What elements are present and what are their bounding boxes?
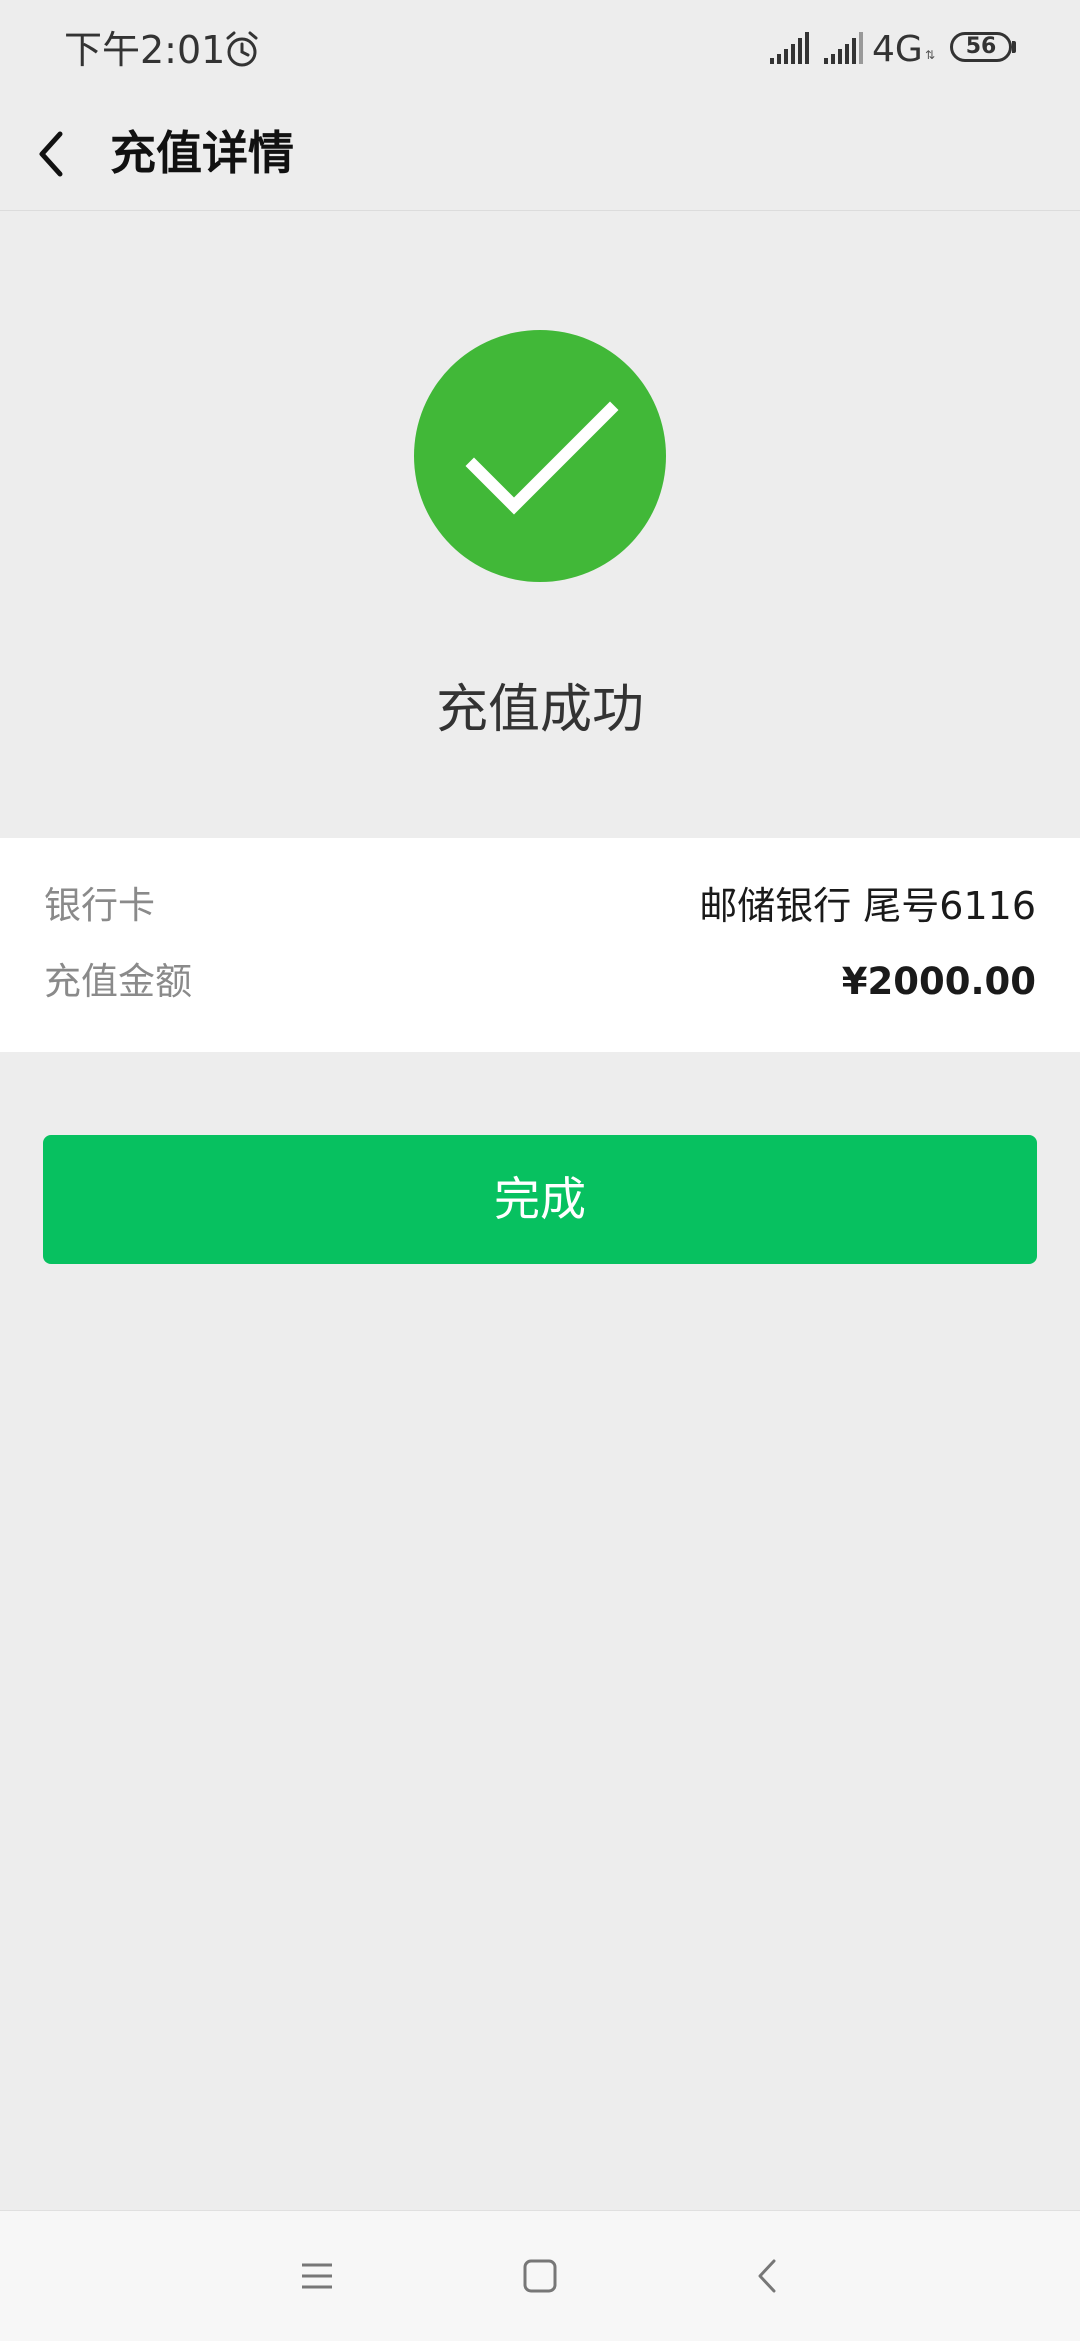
success-title: 充值成功 [435, 680, 644, 740]
bank-card-label: 银行卡 [44, 884, 155, 927]
check-circle-icon [414, 330, 666, 582]
back-button[interactable] [20, 114, 100, 194]
done-button[interactable]: 完成 [43, 1135, 1037, 1264]
checkmark-icon [465, 401, 619, 515]
bank-card-row: 银行卡 邮储银行 尾号6116 [0, 876, 1080, 936]
header: 充值详情 [0, 100, 1080, 211]
home-icon[interactable] [515, 2251, 565, 2301]
amount-value: ¥2000.00 [841, 960, 1036, 1003]
alarm-icon [226, 31, 258, 67]
chevron-left-icon [39, 131, 63, 177]
back-icon[interactable] [742, 2251, 792, 2301]
page-title: 充值详情 [110, 126, 294, 180]
network-arrows-icon: ⇅ [925, 48, 936, 62]
status-time: 下午2:01 [64, 28, 226, 72]
battery-level: 56 [965, 34, 997, 59]
menu-icon[interactable] [292, 2251, 342, 2301]
system-nav-bar [0, 2210, 1080, 2341]
signal-icon [824, 32, 863, 64]
status-bar: 下午2:01 4G ⇅ 56 [0, 0, 1080, 100]
detail-card: 银行卡 邮储银行 尾号6116 充值金额 ¥2000.00 [0, 838, 1080, 1052]
battery-icon: 56 [950, 32, 1012, 62]
amount-row: 充值金额 ¥2000.00 [0, 952, 1080, 1012]
network-type: 4G [872, 29, 923, 70]
amount-label: 充值金额 [44, 960, 192, 1003]
signal-icon [770, 32, 809, 64]
bank-card-value: 邮储银行 尾号6116 [699, 884, 1036, 928]
battery-tip [1012, 41, 1016, 53]
